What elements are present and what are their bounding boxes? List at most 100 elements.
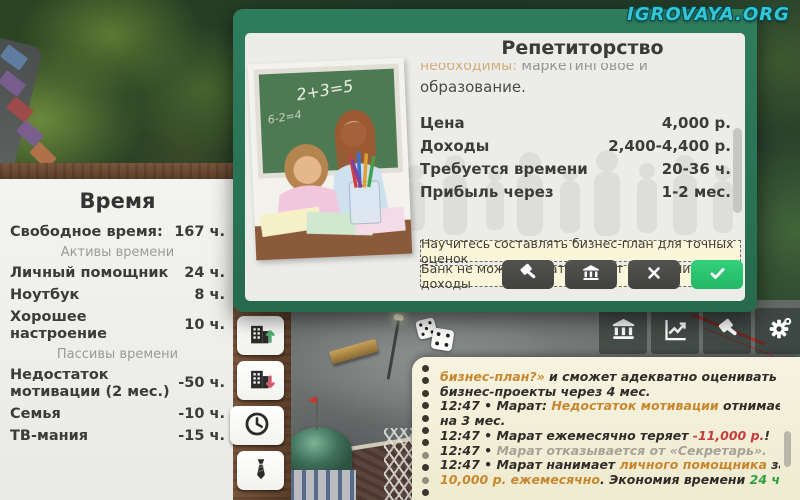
stat-value: 20-36 ч. [661,159,731,178]
business-dialog: Репетиторство 2+3=5 6-2=4 необходимы: ма… [233,9,757,312]
time-row-value: -15 ч. [178,427,225,444]
log-line: 12:47 • Марат: Недостаток мотивации отни… [440,398,780,414]
binding-hole [422,451,429,459]
hammer-icon [714,316,741,347]
log-line: бизнес-план?» и сможет адекватно оценива… [440,370,777,384]
time-panel-title: Время [79,189,156,213]
event-log-panel[interactable]: бизнес-план?» и сможет адекватно оценива… [412,357,800,500]
notebook-binding-holes [422,365,432,496]
time-row-value: 24 ч. [184,264,225,281]
site-watermark: IGROVAYA.ORG [627,4,790,25]
binding-hole [422,489,429,496]
binding-hole [422,389,429,397]
bargain-button[interactable] [502,260,554,289]
requirements-line2: образование. [420,78,526,96]
log-line: 12:47 • Марат отказывается от «Секретарь… [440,442,767,458]
die-icon [430,327,455,352]
time-row-label: Семья [10,405,61,422]
stat-value: 1-2 мес. [661,182,731,201]
time-row-value: 167 ч. [174,223,225,240]
binding-hole [422,476,429,484]
notice-business-plan: Научитесь составлять бизнес-план для точ… [420,236,741,266]
auction-toolbar-button[interactable] [703,308,751,354]
time-row: Семья -10 ч. [10,403,225,425]
time-row-label: Хорошее настроение [10,308,107,342]
sidebar-button-time[interactable] [230,406,284,445]
stat-row: Цена 4,000 р. [420,111,731,134]
log-line: бизнес-проекты через 4 мес. [440,383,651,399]
building-up-icon [247,320,275,352]
requirements-scrolled-text: необходимы: маркетинговое и гуманитарное [420,63,731,76]
dialog-stats: Цена 4,000 р. Доходы 2,400-4,400 р. Требуетс… [420,111,731,203]
bank-icon [610,316,637,347]
time-row: ТВ-мания -15 ч. [10,425,225,447]
bank-toolbar-button[interactable] [599,308,647,354]
sidebar-button-business-income[interactable] [237,316,284,355]
stat-row: Доходы 2,400-4,400 р. [420,134,731,157]
sidebar-button-business-expense[interactable] [237,361,284,400]
stat-label: Цена [420,113,465,132]
time-row: Личный помощник 24 ч. [10,262,225,284]
stat-row: Требуется времени 20-36 ч. [420,157,731,180]
binding-hole [422,439,429,447]
time-row: Свободное время: 167 ч. [10,221,225,243]
stat-value: 4,000 р. [661,113,731,132]
sidebar-button-career[interactable] [237,451,284,490]
time-section-header: Активы времени [60,245,175,260]
time-row-label: Личный помощник [10,264,169,281]
building-down-icon [247,365,275,397]
stat-label: Требуется времени [420,159,588,178]
binding-hole [422,414,429,422]
tie-icon [248,456,274,486]
time-row-label: Недостаток мотивации (2 мес.) [10,366,170,400]
tutoring-illustration: 2+3=5 6-2=4 [247,57,413,261]
stat-row: Прибыль через 1-2 мес. [420,180,731,203]
log-line: на 3 мес. [440,413,506,429]
log-scrollbar-thumb[interactable] [784,431,791,467]
binding-hole [422,427,429,434]
event-log-lines: бизнес-план?» и сможет адекватно оценива… [440,370,780,488]
stats-toolbar-button[interactable] [651,308,699,354]
dialog-content: Репетиторство 2+3=5 6-2=4 необходимы: ма… [245,33,745,301]
binding-hole [422,377,429,385]
clock-icon [243,410,271,442]
close-icon [645,264,663,285]
time-row-label: Ноутбук [10,286,80,303]
dialog-buttons [502,260,743,289]
stat-label: Прибыль через [420,182,554,201]
check-icon [708,264,727,286]
settings-toolbar-button[interactable] [755,308,800,354]
stat-label: Доходы [420,136,490,155]
binding-hole [422,402,429,410]
binding-hole [422,365,429,372]
time-row-label: ТВ-мания [10,427,89,444]
game-stage: Время Свободное время: 167 ч. Активы време… [0,0,800,500]
dialog-scrollbar-thumb[interactable] [733,128,742,213]
time-row-value: -10 ч. [178,405,225,422]
time-row: Хорошее настроение 10 ч. [10,306,225,345]
time-row: Ноутбук 8 ч. [10,284,225,306]
time-panel-rows: Свободное время: 167 ч. Активы времени Личн… [10,221,225,447]
requirements-highlight: необходимы: [420,63,517,74]
cancel-button[interactable] [628,260,680,289]
time-section-header: Пассивы времени [56,347,179,362]
time-row: Недостаток мотивации (2 мес.) -50 ч. [10,364,225,403]
dialog-title: Репетиторство [501,37,664,59]
log-line: 12:47 • Марат нанимает личного помощника… [440,457,780,473]
time-row-label: Свободное время: [10,223,163,240]
time-row-value: 10 ч. [184,317,225,333]
dome-building-base [282,470,356,500]
time-row-value: -50 ч. [178,375,225,391]
roll-dice-button[interactable] [414,315,464,361]
binding-hole [422,464,429,472]
confirm-button[interactable] [691,260,743,289]
bank-icon [581,263,601,286]
chart-icon [662,316,689,347]
log-line: 12:47 • Марат ежемесячно теряет -11,000 … [440,427,770,443]
stat-value: 2,400-4,400 р. [608,136,731,155]
bank-credit-button[interactable] [565,260,617,289]
time-panel: Время Свободное время: 167 ч. Активы време… [0,179,233,500]
time-row-value: 8 ч. [194,286,225,303]
gavel-icon [517,262,539,287]
white-trellis-fence [384,428,414,500]
